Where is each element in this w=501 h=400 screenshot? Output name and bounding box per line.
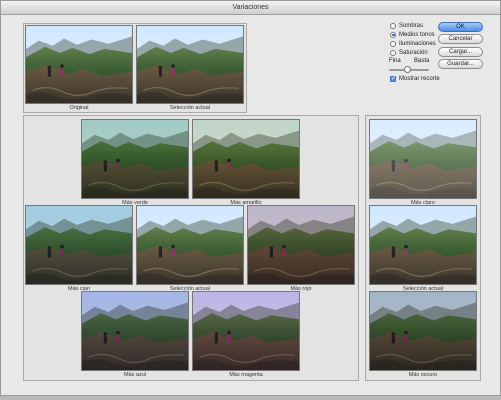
photo-tint-overlay (248, 206, 354, 284)
radio-midtones-indicator[interactable] (390, 31, 396, 38)
original-photo (25, 25, 133, 104)
variation-more-cyan[interactable]: Más cian (25, 205, 133, 293)
save-button[interactable]: Guardar... (438, 59, 483, 69)
photo-tint-overlay (193, 292, 299, 370)
current-pick-photo (136, 25, 244, 104)
variation-more-red-photo[interactable] (247, 205, 355, 285)
show-clipping-label: Mostrar recorte (399, 75, 440, 82)
slider-thumb[interactable] (403, 66, 411, 73)
variation-more-blue-photo[interactable] (81, 291, 189, 371)
variation-darker-photo[interactable] (369, 291, 477, 371)
radio-highlights-indicator[interactable] (390, 40, 396, 47)
variation-lighter[interactable]: Más claro (369, 119, 477, 207)
dialog-title: Variaciones (1, 1, 500, 15)
original-thumbnail: Original (25, 25, 133, 111)
variation-current-pick-right[interactable]: Selección actual (369, 205, 477, 293)
photo-tint-overlay (26, 206, 132, 284)
variation-more-magenta-label: Más magenta (229, 372, 263, 378)
variation-current-pick-right-photo[interactable] (369, 205, 477, 285)
variation-more-magenta-photo[interactable] (192, 291, 300, 371)
radio-highlights-label: Iluminaciones (399, 40, 436, 47)
photo-lighten-overlay (370, 120, 476, 198)
variation-more-yellow-photo[interactable] (192, 119, 300, 199)
radio-midtones[interactable]: Medios tonos (390, 30, 435, 39)
radio-saturation-indicator[interactable] (390, 49, 396, 56)
radio-shadows[interactable]: Sombras (390, 21, 423, 30)
current-pick-label: Selección actual (169, 105, 211, 111)
photo-tint-overlay (82, 292, 188, 370)
cancel-button[interactable]: Cancelar (438, 34, 483, 44)
current-pick-thumbnail: Selección actual (136, 25, 244, 111)
fine-coarse-slider[interactable] (389, 66, 429, 73)
variation-darker[interactable]: Más oscuro (369, 291, 477, 379)
radio-saturation-label: Saturación (399, 49, 428, 56)
load-button[interactable]: Cargar... (438, 47, 483, 57)
ok-button[interactable]: OK (438, 22, 483, 32)
variation-more-blue[interactable]: Más azul (81, 291, 189, 379)
variation-more-green[interactable]: Más verde (81, 119, 189, 207)
radio-midtones-label: Medios tonos (399, 31, 435, 38)
variation-current-pick-center-photo[interactable] (136, 205, 244, 285)
photo-tint-overlay (193, 120, 299, 198)
radio-shadows-indicator[interactable] (390, 22, 396, 29)
radio-highlights[interactable]: Iluminaciones (390, 39, 436, 48)
variation-current-pick-center[interactable]: Selección actual (136, 205, 244, 293)
variation-darker-label: Más oscuro (408, 372, 438, 378)
variation-more-cyan-photo[interactable] (25, 205, 133, 285)
slider-max-label: Basta (414, 58, 430, 64)
variation-more-magenta[interactable]: Más magenta (192, 291, 300, 379)
variation-lighter-photo[interactable] (369, 119, 477, 199)
variation-more-yellow[interactable]: Más amarillo (192, 119, 300, 207)
photo-tint-overlay (82, 120, 188, 198)
slider-min-label: Fina (389, 58, 401, 64)
variation-more-red[interactable]: Más rojo (247, 205, 355, 293)
photo-darken-overlay (370, 292, 476, 370)
variations-dialog: Variaciones Original Selección actual So… (0, 0, 501, 396)
original-label: Original (69, 105, 89, 111)
show-clipping-checkbox[interactable]: ✓ Mostrar recorte (390, 74, 440, 83)
show-clipping-checkbox-box[interactable]: ✓ (390, 75, 396, 82)
radio-saturation[interactable]: Saturación (390, 48, 428, 57)
variation-more-green-photo[interactable] (81, 119, 189, 199)
variation-more-blue-label: Más azul (123, 372, 146, 378)
radio-shadows-label: Sombras (399, 22, 424, 29)
